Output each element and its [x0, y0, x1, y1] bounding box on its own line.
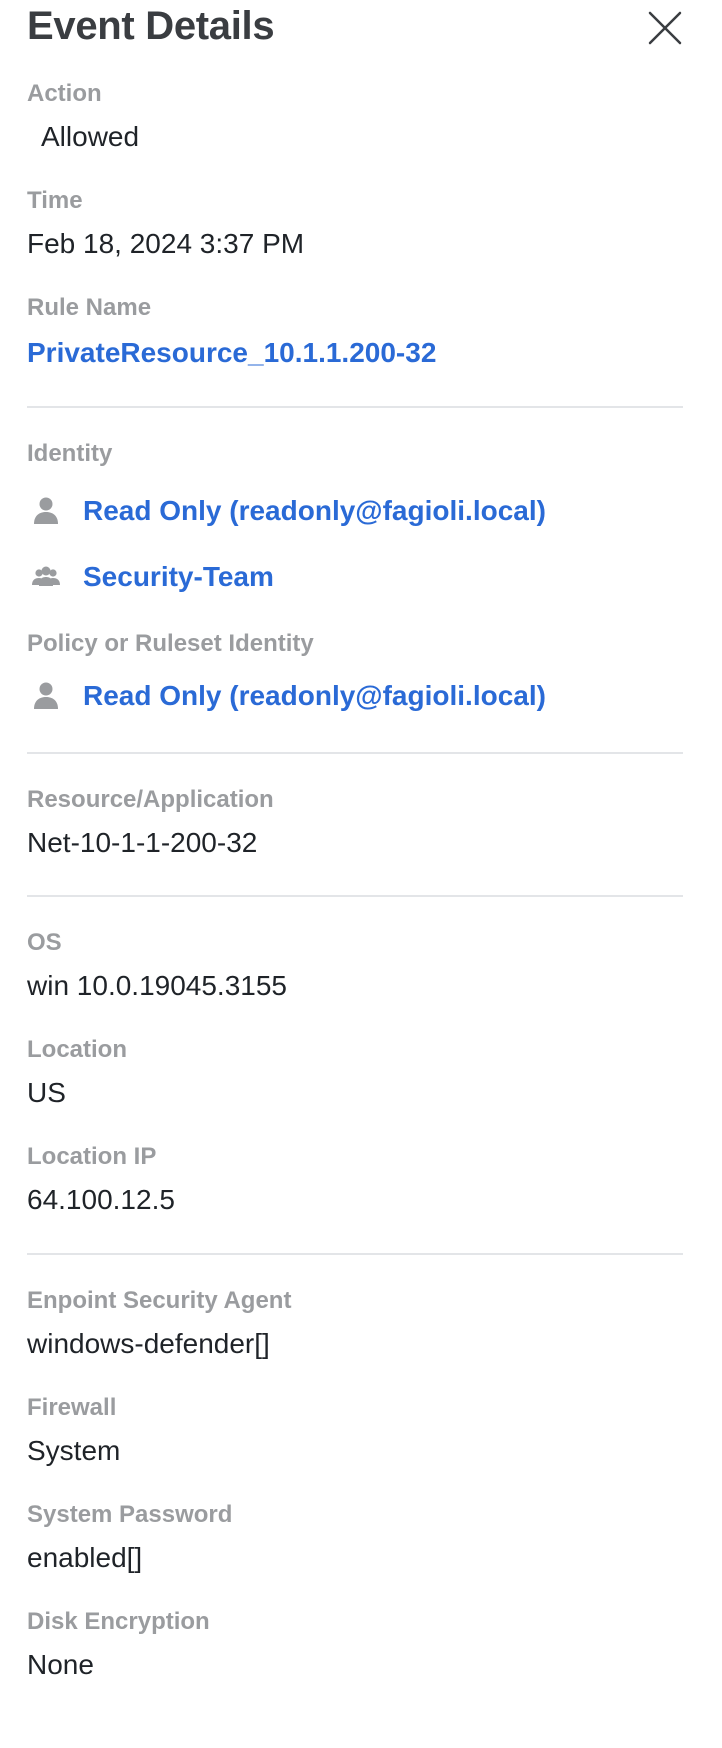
location-value: US [27, 1077, 66, 1108]
identity-group-row: Security-Team [27, 560, 274, 594]
resource-value: Net-10-1-1-200-32 [27, 827, 258, 858]
policy-identity-label: Policy or Ruleset Identity [27, 630, 314, 657]
close-button[interactable] [647, 10, 683, 46]
disk-encryption-label: Disk Encryption [27, 1608, 210, 1635]
rule-name-link[interactable]: PrivateResource_10.1.1.200-32 [27, 336, 436, 370]
disk-encryption-value: None [27, 1649, 94, 1680]
action-label: Action [27, 80, 102, 107]
resource-label: Resource/Application [27, 786, 274, 813]
user-icon [34, 682, 58, 709]
event-details-panel: Event Details Action Allowed Time Feb 18… [27, 0, 683, 1680]
divider [27, 1253, 683, 1255]
user-icon [34, 497, 58, 524]
action-value: Allowed [41, 121, 140, 152]
identity-label: Identity [27, 440, 113, 467]
location-ip-label: Location IP [27, 1143, 157, 1170]
panel-title: Event Details [27, 4, 275, 48]
os-value: win 10.0.19045.3155 [27, 970, 287, 1001]
os-label: OS [27, 929, 62, 956]
system-password-label: System Password [27, 1501, 233, 1528]
firewall-label: Firewall [27, 1394, 117, 1421]
location-label: Location [27, 1036, 127, 1063]
endpoint-agent-value: windows-defender[] [27, 1328, 270, 1359]
time-label: Time [27, 187, 83, 214]
group-icon [32, 566, 60, 586]
divider [27, 895, 683, 897]
identity-user-link[interactable]: Read Only (readonly@fagioli.local) [83, 494, 546, 528]
close-icon [648, 11, 682, 45]
identity-group-link[interactable]: Security-Team [83, 560, 274, 594]
time-value: Feb 18, 2024 3:37 PM [27, 228, 305, 259]
policy-identity-user-row: Read Only (readonly@fagioli.local) [27, 679, 546, 713]
divider [27, 406, 683, 408]
location-ip-value: 64.100.12.5 [27, 1184, 175, 1215]
rule-name-label: Rule Name [27, 294, 152, 321]
panel-header: Event Details [27, 0, 683, 56]
system-password-value: enabled[] [27, 1542, 143, 1573]
identity-user-row: Read Only (readonly@fagioli.local) [27, 494, 546, 528]
endpoint-agent-label: Enpoint Security Agent [27, 1287, 292, 1314]
policy-identity-user-link[interactable]: Read Only (readonly@fagioli.local) [83, 679, 546, 713]
firewall-value: System [27, 1435, 121, 1466]
divider [27, 752, 683, 754]
